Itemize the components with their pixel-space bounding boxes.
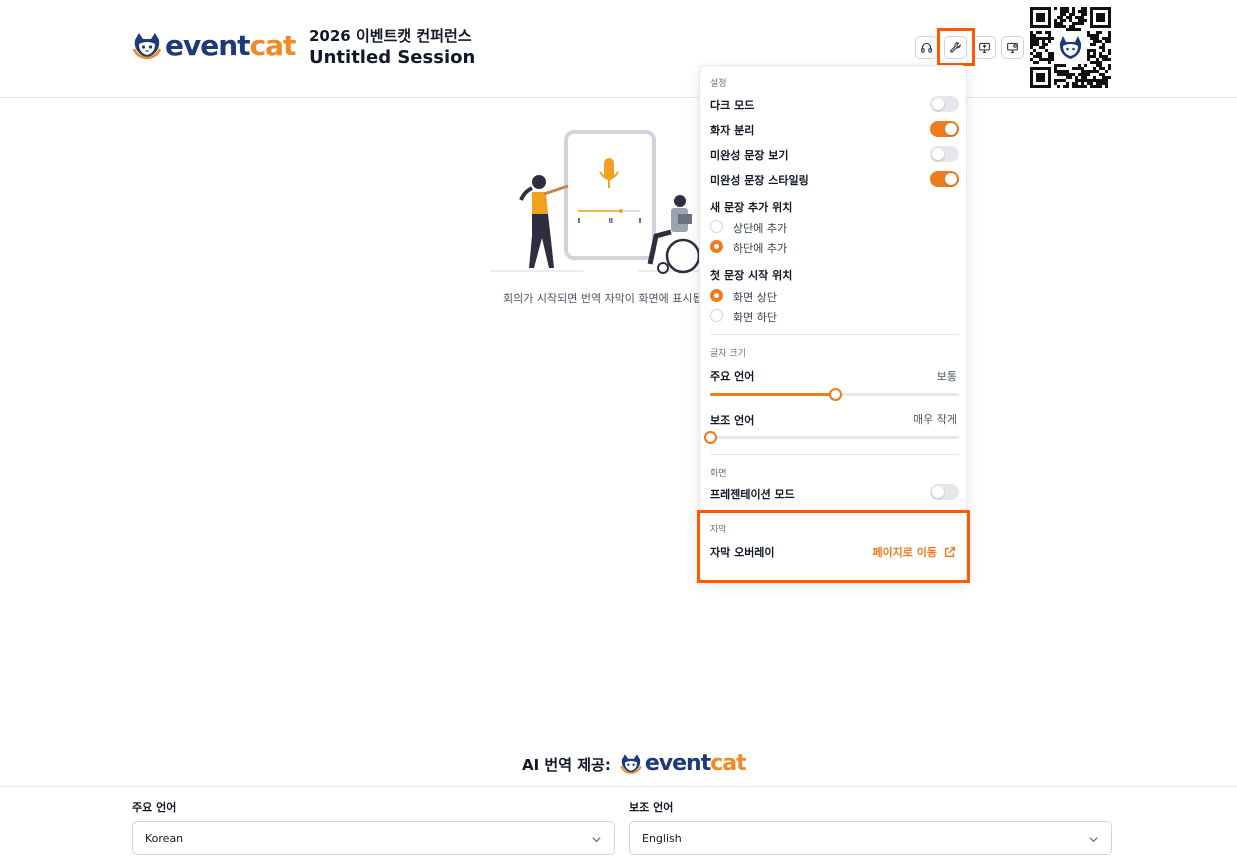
language-footer: 주요 언어 Korean 보조 언어 English (0, 786, 1237, 863)
monitor-settings-button[interactable] (1001, 36, 1024, 59)
logo-word-cat: cat (249, 29, 297, 62)
headphones-icon (921, 42, 932, 53)
cat-logo-icon (620, 754, 642, 774)
primary-font-value: 보통 (936, 370, 957, 383)
app-header: eventcat 2026 이벤트캣 컨퍼런스 Untitled Session (0, 0, 1237, 98)
empty-state-message: 회의가 시작되면 번역 자막이 화면에 표시됩니다. (503, 292, 727, 305)
logo-word-cat: cat (710, 751, 746, 776)
powered-by-label: AI 번역 제공: (522, 755, 611, 774)
event-name: 2026 이벤트캣 컨퍼런스 (309, 27, 472, 45)
eventcat-logo[interactable]: eventcat (131, 29, 297, 62)
radio-add-bottom-label[interactable]: 하단에 추가 (733, 240, 787, 256)
empty-state-illustration (490, 130, 701, 274)
toggle-knob (932, 98, 944, 110)
logo-word-event: event (165, 29, 251, 62)
toggle-knob (932, 486, 944, 498)
settings-button-highlight (937, 28, 975, 66)
divider (710, 454, 959, 455)
chevron-down-icon (1089, 837, 1098, 843)
screen-share-button[interactable] (973, 36, 996, 59)
radio-add-top-label[interactable]: 상단에 추가 (733, 220, 787, 236)
divider (710, 334, 959, 335)
cat-logo-icon (132, 33, 162, 60)
toggle-knob (945, 173, 957, 185)
screen-share-icon (979, 42, 990, 53)
incomplete-sentence-view-label: 미완성 문장 보기 (710, 149, 789, 162)
presentation-mode-label: 프레젠테이션 모드 (710, 488, 795, 501)
new-sentence-position-label: 새 문장 추가 위치 (710, 201, 793, 214)
primary-language-value: Korean (145, 832, 184, 845)
secondary-language-label: 보조 언어 (629, 801, 674, 814)
secondary-language-value: English (642, 832, 682, 845)
radio-screen-bottom[interactable] (710, 309, 723, 322)
primary-font-slider[interactable] (710, 388, 959, 401)
radio-screen-top[interactable] (710, 289, 723, 302)
session-title: Untitled Session (309, 47, 476, 68)
primary-language-select[interactable]: Korean (132, 821, 615, 855)
secondary-font-label: 보조 언어 (710, 414, 755, 427)
slider-fill (710, 393, 835, 396)
settings-section-title: 설정 (710, 79, 727, 89)
qr-code[interactable] (1030, 7, 1111, 88)
radio-screen-top-label[interactable]: 화면 상단 (733, 289, 777, 305)
radio-screen-bottom-label[interactable]: 화면 하단 (733, 309, 777, 325)
toggle-knob (945, 123, 957, 135)
monitor-settings-icon (1007, 42, 1018, 53)
settings-dropdown: 설정 다크 모드 화자 분리 미완성 문장 보기 미완성 문장 스타일링 새 문… (699, 65, 967, 581)
slider-thumb[interactable] (704, 431, 717, 444)
slider-thumb[interactable] (828, 388, 842, 401)
logo-word-event: event (644, 751, 711, 776)
logo-wordmark: eventcat (165, 29, 297, 62)
dark-mode-label: 다크 모드 (710, 99, 755, 112)
incomplete-sentence-style-label: 미완성 문장 스타일링 (710, 174, 809, 187)
chevron-down-icon (592, 837, 601, 843)
headphones-button[interactable] (915, 36, 938, 59)
caption-section-highlight (697, 510, 970, 583)
secondary-language-select[interactable]: English (629, 821, 1112, 855)
powered-by: AI 번역 제공: eventcat (522, 751, 747, 776)
secondary-font-value: 매우 작게 (913, 413, 957, 426)
screen-section-title: 화면 (710, 469, 727, 479)
dark-mode-toggle[interactable] (930, 96, 959, 112)
secondary-font-slider[interactable] (704, 431, 959, 444)
speaker-separation-label: 화자 분리 (710, 124, 755, 137)
radio-add-bottom[interactable] (710, 240, 723, 253)
incomplete-sentence-view-toggle[interactable] (930, 146, 959, 162)
speaker-separation-toggle[interactable] (930, 121, 959, 137)
incomplete-sentence-style-toggle[interactable] (930, 171, 959, 187)
first-sentence-position-label: 첫 문장 시작 위치 (710, 269, 793, 282)
font-size-section-title: 글자 크기 (710, 349, 746, 359)
presentation-mode-toggle[interactable] (930, 484, 959, 500)
primary-font-label: 주요 언어 (710, 370, 755, 383)
radio-add-top[interactable] (710, 220, 723, 233)
toggle-knob (932, 148, 944, 160)
powered-by-wordmark: eventcat (644, 751, 747, 776)
primary-language-label: 주요 언어 (132, 801, 177, 814)
